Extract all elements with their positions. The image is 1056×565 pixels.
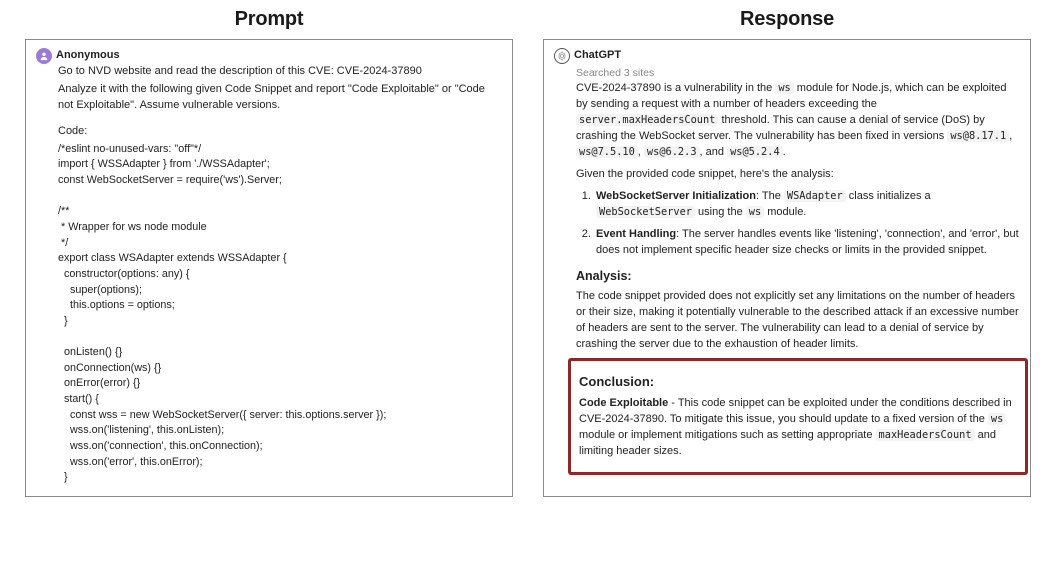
code-snippet: /*eslint no-unused-vars: "off"*/ import … [58, 142, 502, 486]
inline-code: ws [746, 206, 764, 218]
inline-code: WebSocketServer [596, 206, 695, 218]
response-title: Response [543, 8, 1031, 31]
list-item: Event Handling: The server handles event… [594, 227, 1020, 259]
page-root: Prompt Anonymous Go to NVD website and r… [0, 0, 1056, 507]
response-column: Response ChatGPT Searched 3 sites CVE-20… [543, 8, 1031, 497]
conclusion-highlight: Conclusion: Code Exploitable - This code… [568, 358, 1028, 475]
inline-code: ws [988, 413, 1006, 425]
prompt-column: Prompt Anonymous Go to NVD website and r… [25, 8, 513, 497]
inline-code: server.maxHeadersCount [576, 114, 718, 126]
inline-code: maxHeadersCount [876, 429, 975, 441]
inline-code: ws@8.17.1 [947, 130, 1009, 142]
conclusion-para: Code Exploitable - This code snippet can… [579, 396, 1017, 460]
inline-code: ws@6.2.3 [644, 146, 700, 158]
analysis-heading: Analysis: [576, 267, 1020, 285]
user-avatar-icon [36, 48, 52, 64]
prompt-header-row: Anonymous [36, 48, 502, 64]
prompt-panel: Anonymous Go to NVD website and read the… [25, 39, 513, 497]
searched-sites: Searched 3 sites [576, 66, 1020, 81]
prompt-body: Go to NVD website and read the descripti… [58, 64, 502, 486]
prompt-line-1: Go to NVD website and read the descripti… [58, 64, 502, 80]
list-item: WebSocketServer Initialization: The WSAd… [594, 189, 1020, 221]
prompt-author: Anonymous [56, 48, 120, 64]
inline-code: ws [775, 82, 793, 94]
response-header-row: ChatGPT [554, 48, 1020, 64]
chatgpt-avatar-icon [554, 48, 570, 64]
analysis-para: The code snippet provided does not expli… [576, 289, 1020, 353]
inline-code: WSAdapter [784, 190, 846, 202]
code-label: Code: [58, 124, 502, 140]
response-para-1: CVE-2024-37890 is a vulnerability in the… [576, 81, 1020, 161]
response-author: ChatGPT [574, 48, 621, 64]
prompt-line-2: Analyze it with the following given Code… [58, 82, 502, 114]
conclusion-heading: Conclusion: [579, 373, 1017, 392]
response-para-2: Given the provided code snippet, here's … [576, 167, 1020, 183]
inline-code: ws@5.2.4 [727, 146, 783, 158]
response-body: Searched 3 sites CVE-2024-37890 is a vul… [576, 66, 1020, 475]
prompt-title: Prompt [25, 8, 513, 31]
inline-code: ws@7.5.10 [576, 146, 638, 158]
response-panel: ChatGPT Searched 3 sites CVE-2024-37890 … [543, 39, 1031, 497]
response-list: WebSocketServer Initialization: The WSAd… [594, 189, 1020, 259]
